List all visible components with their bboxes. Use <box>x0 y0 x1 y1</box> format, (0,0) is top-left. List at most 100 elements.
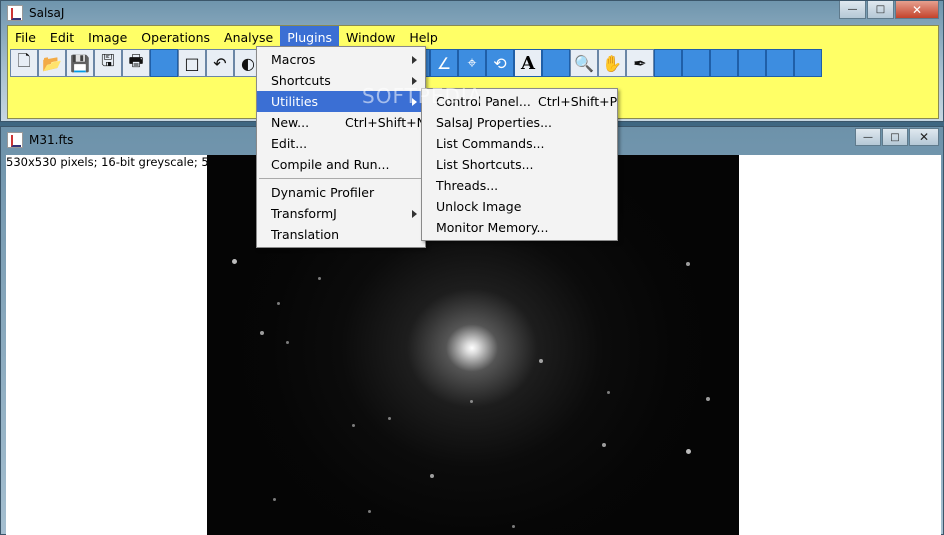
minimize-button[interactable]: — <box>839 1 866 19</box>
utilities-item-control-panel[interactable]: Control Panel... Ctrl+Shift+P <box>422 91 617 112</box>
plugins-item-utilities[interactable]: Utilities <box>257 91 425 112</box>
angle-tool[interactable]: ∠ <box>430 49 458 77</box>
maximize-icon: □ <box>890 131 900 143</box>
menu-item-label: Control Panel... <box>436 94 531 109</box>
main-window-title: SalsaJ <box>29 6 65 20</box>
utilities-item-unlock-image[interactable]: Unlock Image <box>422 196 617 217</box>
open-folder-tool[interactable]: 📂 <box>38 49 66 77</box>
star <box>368 510 371 513</box>
plugins-item-macros[interactable]: Macros <box>257 49 425 70</box>
hand-tool[interactable]: ✋ <box>598 49 626 77</box>
contrast-icon: ◐ <box>241 53 255 73</box>
menu-analyse[interactable]: Analyse <box>217 26 280 48</box>
close-icon: ✕ <box>918 130 930 144</box>
menu-item-label: Utilities <box>271 94 319 109</box>
star <box>430 474 434 478</box>
menu-item-label: TransformJ <box>271 206 337 221</box>
text-icon: A <box>521 52 535 74</box>
open-folder-icon: 📂 <box>42 53 62 73</box>
star <box>706 397 710 401</box>
new-file-tool[interactable]: 🗋 <box>10 49 38 77</box>
blank-tool-tool[interactable] <box>710 49 738 77</box>
rectangle-icon: □ <box>184 53 200 73</box>
menu-item-label: Dynamic Profiler <box>271 185 375 200</box>
save-all-icon: 🖫 <box>101 50 115 70</box>
utilities-item-threads[interactable]: Threads... <box>422 175 617 196</box>
utilities-item-list-shortcuts[interactable]: List Shortcuts... <box>422 154 617 175</box>
plugins-item-transformj[interactable]: TransformJ <box>257 203 425 224</box>
plugins-item-new[interactable]: New... Ctrl+Shift+N <box>257 112 426 133</box>
magnifier-tool[interactable]: 🔍 <box>570 49 598 77</box>
star <box>512 525 515 528</box>
new-file-icon: 🗋 <box>17 50 31 70</box>
blank-tool-tool[interactable] <box>150 49 178 77</box>
submenu-arrow-icon <box>412 56 417 64</box>
star <box>686 449 691 454</box>
star <box>286 341 289 344</box>
crosshair-tool[interactable]: ⌖ <box>458 49 486 77</box>
utilities-item-monitor-memory[interactable]: Monitor Memory... <box>422 217 617 238</box>
blank-tool-tool[interactable] <box>766 49 794 77</box>
menu-item-shortcut: Ctrl+Shift+N <box>345 115 426 130</box>
submenu-arrow-icon <box>412 98 417 106</box>
menu-plugins[interactable]: Plugins <box>280 26 340 48</box>
menu-item-label: Threads... <box>436 178 499 193</box>
close-button[interactable]: ✕ <box>895 1 939 19</box>
blank-tool-tool[interactable] <box>794 49 822 77</box>
image-window-icon <box>7 132 23 148</box>
plugins-item-dynamic-profiler[interactable]: Dynamic Profiler <box>257 182 425 203</box>
menu-operations[interactable]: Operations <box>134 26 217 48</box>
plugins-item-shortcuts[interactable]: Shortcuts <box>257 70 425 91</box>
star <box>388 417 391 420</box>
menu-help[interactable]: Help <box>402 26 445 48</box>
image-close-button[interactable]: ✕ <box>909 128 939 146</box>
save-all-tool[interactable]: 🖫 <box>94 49 122 77</box>
star <box>232 259 237 264</box>
plugins-item-edit[interactable]: Edit... <box>257 133 425 154</box>
maximize-button[interactable]: □ <box>867 1 894 19</box>
menu-item-label: Compile and Run... <box>271 157 390 172</box>
image-window-title: M31.fts <box>29 133 74 147</box>
dropper-tool[interactable]: ✒ <box>626 49 654 77</box>
save-tool[interactable]: 💾 <box>66 49 94 77</box>
menu-image[interactable]: Image <box>81 26 134 48</box>
star <box>607 391 610 394</box>
menu-item-shortcut: Ctrl+Shift+P <box>538 94 618 109</box>
minimize-icon: — <box>863 131 873 143</box>
star <box>352 424 355 427</box>
rectangle-tool[interactable]: □ <box>178 49 206 77</box>
undo-tool[interactable]: ↶ <box>206 49 234 77</box>
menu-item-label: Unlock Image <box>436 199 522 214</box>
undo-icon: ↶ <box>213 53 227 73</box>
blank-tool-tool[interactable] <box>542 49 570 77</box>
menu-separator <box>259 178 423 179</box>
text-tool[interactable]: A <box>514 49 542 77</box>
magnifier-icon: 🔍 <box>574 53 594 73</box>
blank-tool-tool[interactable] <box>682 49 710 77</box>
plugins-item-compile-and-run[interactable]: Compile and Run... <box>257 154 425 175</box>
menu-file[interactable]: File <box>8 26 43 48</box>
star <box>273 498 276 501</box>
wand-icon: ⟲ <box>493 53 507 73</box>
star <box>260 331 264 335</box>
plugins-item-translation[interactable]: Translation <box>257 224 425 245</box>
utilities-item-list-commands[interactable]: List Commands... <box>422 133 617 154</box>
blank-tool-tool[interactable] <box>654 49 682 77</box>
close-icon: ✕ <box>911 2 923 17</box>
menu-item-label: Translation <box>271 227 340 242</box>
menubar: File Edit Image Operations Analyse Plugi… <box>8 26 938 48</box>
maximize-icon: □ <box>875 4 886 15</box>
hand-icon: ✋ <box>602 53 622 73</box>
blank-tool-tool[interactable] <box>738 49 766 77</box>
wand-tool[interactable]: ⟲ <box>486 49 514 77</box>
image-minimize-button[interactable]: — <box>855 128 881 146</box>
main-titlebar[interactable]: SalsaJ — □ ✕ <box>1 1 943 25</box>
menu-edit[interactable]: Edit <box>43 26 81 48</box>
menu-window[interactable]: Window <box>339 26 402 48</box>
print-tool[interactable]: 🖶 <box>122 49 150 77</box>
print-icon: 🖶 <box>128 50 144 70</box>
toolbar: 🗋📂💾🖫🖶□↶◐○⬠✎╲⟋〰∠⌖⟲A🔍✋✒ <box>8 48 938 78</box>
utilities-item-salsaj-properties[interactable]: SalsaJ Properties... <box>422 112 617 133</box>
star <box>277 302 280 305</box>
image-maximize-button[interactable]: □ <box>882 128 908 146</box>
